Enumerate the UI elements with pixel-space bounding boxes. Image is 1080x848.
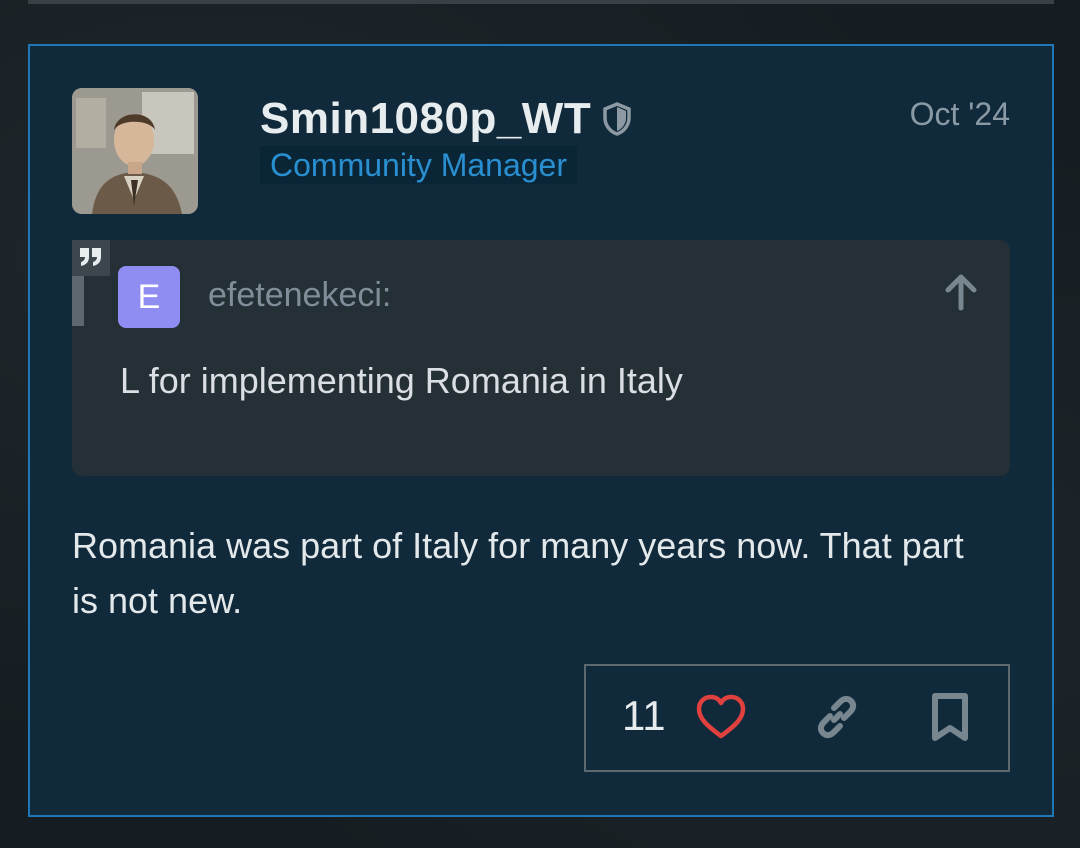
heart-icon[interactable] (696, 694, 746, 740)
post-actions: 11 (584, 664, 1010, 772)
quote-block: E efetenekeci: L for implementing Romani… (72, 240, 1010, 476)
quote-mark-icon (72, 240, 110, 276)
link-icon[interactable] (812, 692, 862, 742)
like-count[interactable]: 11 (622, 692, 666, 740)
quote-author-avatar[interactable]: E (118, 266, 180, 328)
top-divider (28, 0, 1054, 4)
post-body: Romania was part of Italy for many years… (72, 525, 964, 621)
quote-author[interactable]: efetenekeci: (208, 276, 391, 315)
username[interactable]: Smin1080p_WT (260, 94, 591, 144)
bookmark-icon[interactable] (930, 692, 970, 742)
user-avatar[interactable] (72, 88, 198, 214)
avatar-portrait (72, 88, 198, 214)
post-date[interactable]: Oct '24 (910, 96, 1010, 133)
shield-icon (603, 102, 631, 136)
forum-post: Smin1080p_WT Community Manager Oct '24 E… (28, 44, 1054, 817)
quote-text: L for implementing Romania in Italy (120, 360, 683, 401)
user-title: Community Manager (260, 146, 577, 184)
arrow-up-icon[interactable] (940, 270, 982, 312)
